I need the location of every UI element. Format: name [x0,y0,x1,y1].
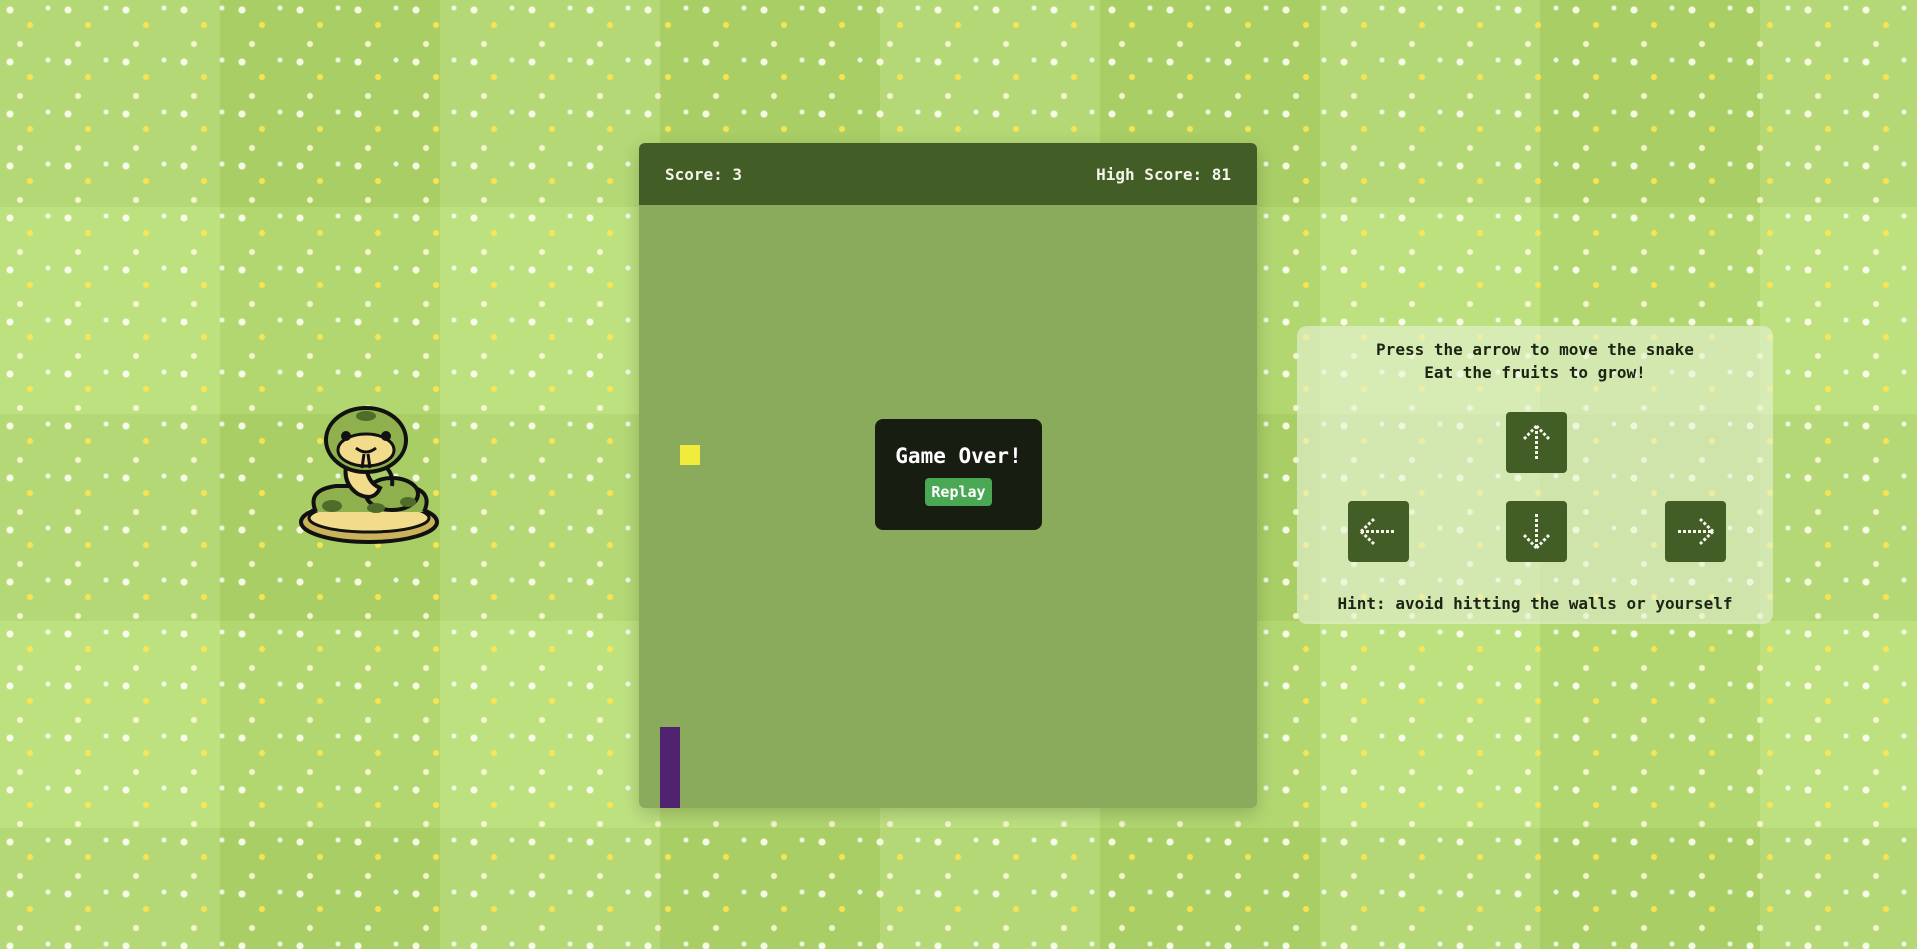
arrow-right-icon [1678,517,1715,546]
up-arrow-button[interactable] [1506,412,1567,473]
snake-body [660,727,680,808]
score-bar: Score: 3 High Score: 81 [639,143,1257,205]
replay-button[interactable]: Replay [925,477,992,506]
down-arrow-button[interactable] [1506,501,1567,562]
left-arrow-button[interactable] [1348,501,1409,562]
game-board[interactable]: Game Over! Replay [639,205,1257,808]
right-arrow-button[interactable] [1665,501,1726,562]
game-over-dialog: Game Over! Replay [875,419,1042,530]
game-over-title: Game Over! [895,443,1022,468]
high-score-label: High Score: 81 [1096,164,1231,184]
arrow-up-icon [1522,424,1551,460]
score-label: Score: 3 [665,164,743,184]
fruit [680,445,700,465]
game-container: Score: 3 High Score: 81 Game Over! Repla… [639,143,1257,808]
arrow-left-icon [1359,517,1396,546]
instruction-line-1: Press the arrow to move the snake [1376,340,1694,359]
instructions: Press the arrow to move the snake Eat th… [1297,338,1773,384]
snake-mascot [299,406,439,544]
instruction-line-2: Eat the fruits to grow! [1424,363,1646,382]
arrow-down-icon [1522,514,1551,550]
hint-text: Hint: avoid hitting the walls or yoursel… [1337,594,1733,613]
controls-panel: Press the arrow to move the snake Eat th… [1297,326,1773,624]
